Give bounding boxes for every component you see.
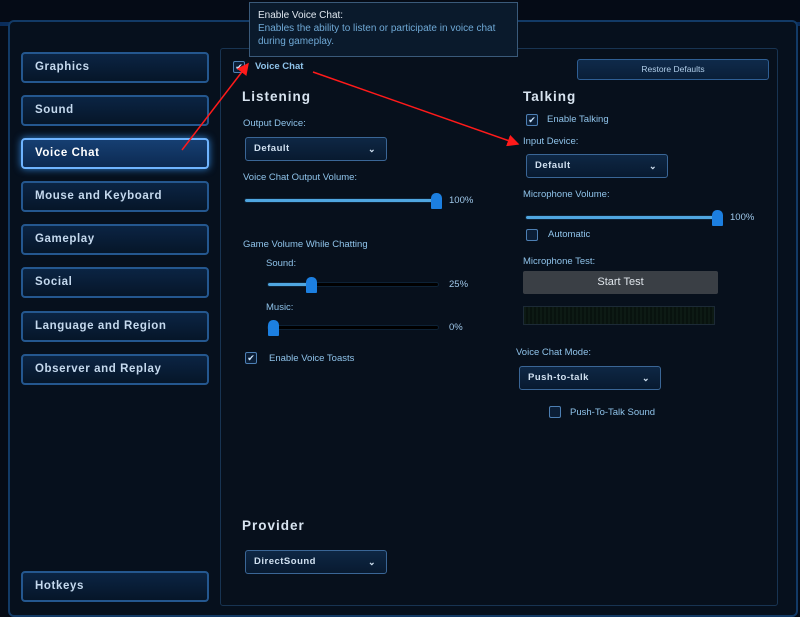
arrow-to-input-device (312, 71, 520, 147)
annotation-arrows (181, 62, 520, 151)
arrow-to-voice-chat-checkbox (181, 62, 249, 151)
